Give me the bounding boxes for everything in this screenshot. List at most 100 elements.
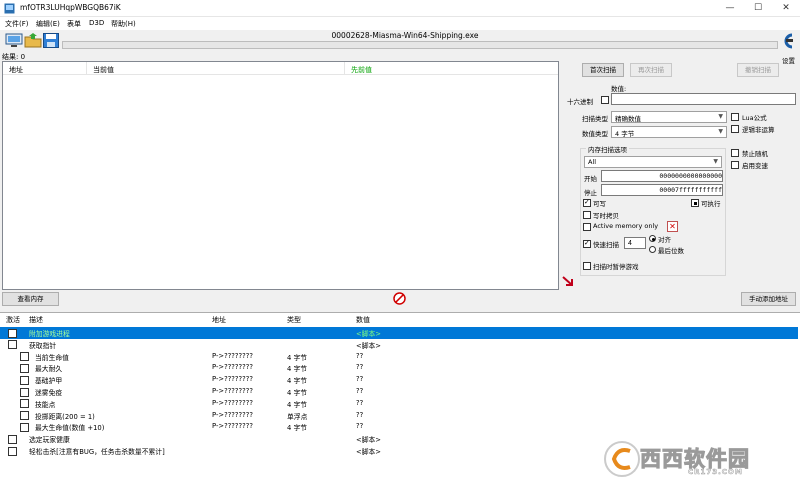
last-digits-radio[interactable] [649, 246, 656, 253]
activate-checkbox[interactable] [20, 352, 29, 362]
scan-type-value: 精确数值 [615, 115, 641, 123]
save-icon[interactable] [42, 32, 60, 49]
maximize-button[interactable]: ☐ [744, 0, 772, 17]
row-description: 投掷距离(200 = 1) [35, 412, 95, 421]
value-type-select[interactable]: 4 字节 ▼ [611, 126, 727, 138]
executable-checkbox[interactable] [691, 199, 699, 207]
next-scan-button[interactable]: 再次扫描 [630, 63, 672, 77]
settings-logo-icon[interactable] [780, 32, 796, 50]
menu-table[interactable]: 表单 [67, 19, 81, 29]
table-row[interactable]: 基础护甲 P->???????? 4 字节?? [0, 374, 798, 386]
col-current-value[interactable]: 当前值 [87, 62, 345, 75]
table-row[interactable]: 最大耐久 P->???????? 4 字节?? [0, 362, 798, 374]
app-icon [4, 3, 15, 14]
close-icon[interactable]: ✕ [667, 221, 678, 232]
value-input[interactable] [611, 93, 796, 105]
row-description: 轻松击杀[注意有BUG，任务击杀数量不累计] [29, 448, 165, 456]
active-memory-label: Active memory only [593, 222, 659, 230]
activate-checkbox[interactable] [20, 363, 29, 373]
activate-checkbox[interactable] [8, 446, 17, 456]
activate-checkbox[interactable] [20, 375, 29, 385]
row-type: 4 字节 [287, 365, 308, 374]
col-address[interactable]: 地址 [3, 62, 87, 75]
activate-checkbox[interactable] [20, 387, 29, 397]
disable-random-label: 禁止随机 [742, 150, 768, 158]
col-active[interactable]: 激活 [6, 315, 20, 325]
activate-checkbox[interactable] [20, 411, 29, 421]
close-button[interactable]: ✕ [772, 0, 800, 17]
row-value: <脚本> [356, 330, 381, 338]
lua-checkbox[interactable] [731, 113, 739, 121]
hex-checkbox[interactable] [601, 96, 609, 104]
active-memory-checkbox[interactable] [583, 223, 591, 231]
watermark-logo: 西西软件园 CR173.COM [600, 437, 790, 481]
menu-file[interactable]: 文件(F) [5, 19, 29, 29]
menu-bar: 文件(F) 编辑(E) 表单 D3D 帮助(H) [0, 17, 800, 30]
last-digits-label: 最后位数 [658, 247, 684, 255]
activate-checkbox[interactable] [8, 434, 17, 444]
table-row[interactable]: 投掷距离(200 = 1) P->???????? 单浮点?? [0, 410, 798, 422]
value-type-label: 数值类型 [582, 130, 608, 138]
table-row[interactable]: 附加游戏进程 <脚本> [0, 327, 798, 339]
add-address-button[interactable]: 手动添加地址 [741, 292, 796, 306]
row-value: <脚本> [356, 341, 381, 350]
fast-scan-input[interactable] [624, 237, 646, 249]
menu-edit[interactable]: 编辑(E) [36, 19, 60, 29]
not-checkbox[interactable] [731, 125, 739, 133]
no-entry-icon[interactable] [393, 292, 406, 305]
scan-progress-bar [62, 41, 778, 49]
fast-scan-checkbox[interactable] [583, 239, 591, 248]
activate-checkbox[interactable] [8, 328, 17, 338]
copy-on-write-checkbox[interactable] [583, 211, 591, 219]
row-value: <脚本> [356, 436, 381, 445]
disable-random-checkbox[interactable] [731, 149, 739, 157]
table-row[interactable]: 当前生命值 P->???????? 4 字节?? [0, 351, 798, 363]
chevron-down-icon: ▼ [718, 128, 723, 135]
memory-options-label: 内存扫描选项 [586, 144, 629, 154]
align-radio[interactable] [649, 235, 656, 242]
chevron-down-icon: ▼ [718, 113, 723, 120]
region-select[interactable]: All ▼ [584, 156, 722, 168]
row-type: 4 字节 [287, 377, 308, 386]
table-row[interactable]: 最大生命值(数值 +10) P->???????? 4 字节?? [0, 421, 798, 433]
row-address: P->???????? [212, 422, 253, 431]
row-address: P->???????? [212, 351, 253, 360]
activate-checkbox[interactable] [20, 422, 29, 432]
settings-label[interactable]: 设置 [782, 55, 795, 65]
col-address[interactable]: 地址 [212, 315, 226, 325]
menu-help[interactable]: 帮助(H) [111, 19, 136, 29]
menu-d3d[interactable]: D3D [89, 19, 104, 27]
row-address: P->???????? [212, 387, 253, 395]
scan-type-select[interactable]: 精确数值 ▼ [611, 111, 727, 123]
col-previous-value[interactable]: 先前值 [345, 62, 558, 75]
activate-checkbox[interactable] [20, 399, 29, 409]
add-to-list-arrow-icon[interactable] [561, 275, 575, 288]
table-row[interactable]: 迷雾免疫 P->???????? 4 字节?? [0, 386, 798, 398]
stop-address-input[interactable] [601, 184, 723, 196]
col-description[interactable]: 描述 [29, 315, 43, 325]
chevron-down-icon: ▼ [713, 158, 718, 165]
speedhack-checkbox[interactable] [731, 161, 739, 169]
value-type-value: 4 字节 [615, 130, 635, 138]
first-scan-button[interactable]: 首次扫描 [582, 63, 624, 77]
view-memory-button[interactable]: 查看内存 [2, 292, 59, 306]
row-description: 当前生命值 [35, 353, 69, 362]
undo-scan-button[interactable]: 撤销扫描 [737, 63, 779, 77]
activate-checkbox[interactable] [8, 340, 17, 350]
pause-game-checkbox[interactable] [583, 262, 591, 270]
row-description: 最大耐久 [35, 365, 63, 374]
table-row[interactable]: 技能点 P->???????? 4 字节?? [0, 398, 798, 410]
start-address-input[interactable] [601, 170, 723, 182]
row-type: 4 字节 [287, 400, 308, 409]
writable-label: 可写 [593, 200, 606, 208]
col-value[interactable]: 数值 [356, 315, 370, 325]
region-value: All [588, 158, 597, 166]
open-file-icon[interactable] [24, 32, 42, 49]
writable-checkbox[interactable] [583, 198, 591, 207]
select-process-icon[interactable] [5, 32, 23, 49]
col-type[interactable]: 类型 [287, 315, 301, 325]
start-label: 开始 [584, 175, 597, 183]
results-list[interactable]: 地址 当前值 先前值 [2, 61, 559, 290]
minimize-button[interactable]: — [716, 0, 744, 17]
table-row[interactable]: 获取指针 <脚本> [0, 339, 798, 351]
